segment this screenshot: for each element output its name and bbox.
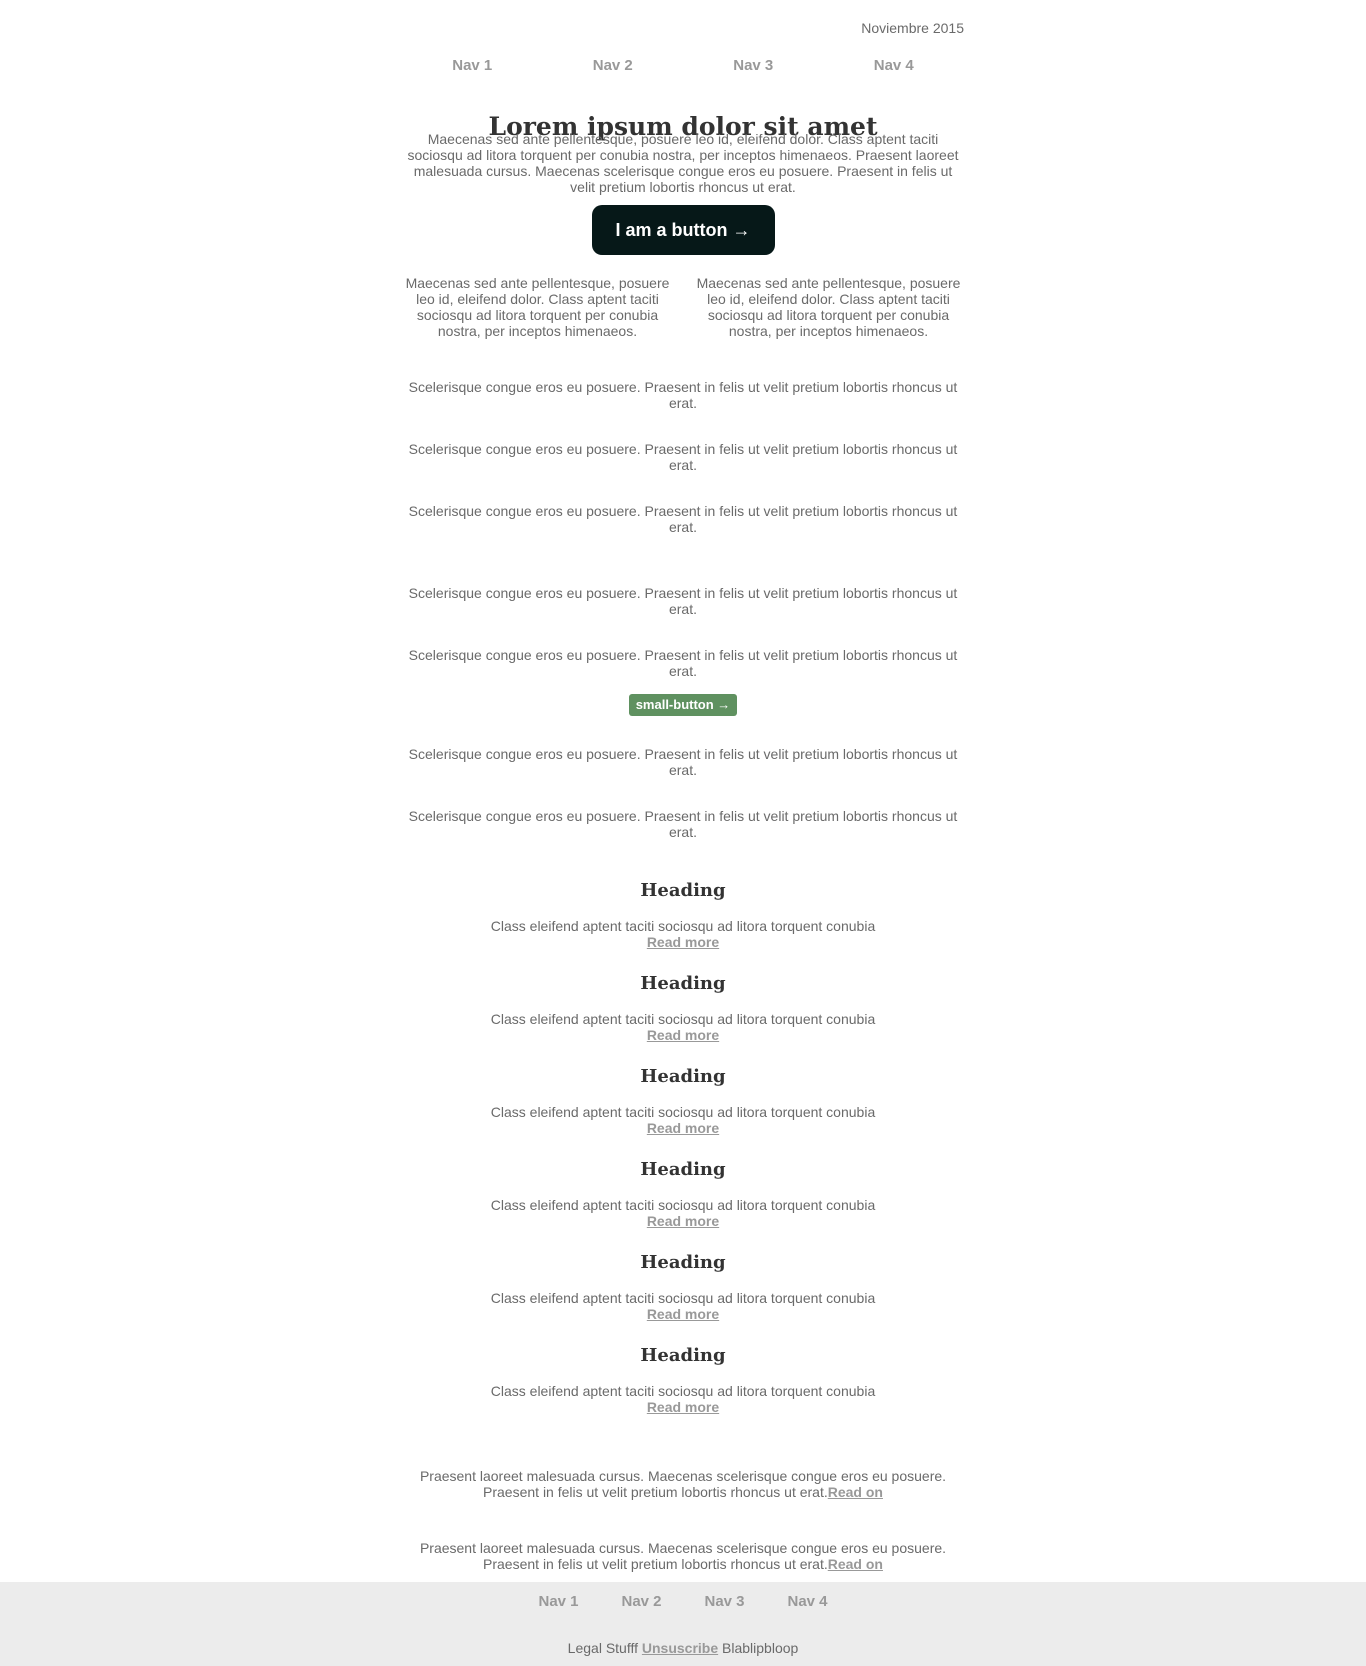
article-text: Class eleifend aptent taciti sociosqu ad… xyxy=(402,1290,964,1322)
article-text: Class eleifend aptent taciti sociosqu ad… xyxy=(402,918,964,950)
article-summary: Class eleifend aptent taciti sociosqu ad… xyxy=(490,1290,876,1306)
article-summary: Class eleifend aptent taciti sociosqu ad… xyxy=(490,1383,876,1399)
footer-nav-item-4[interactable]: Nav 4 xyxy=(786,1592,829,1612)
read-more-link[interactable]: Read more xyxy=(647,934,719,950)
paragraph-3: Scelerisque congue eros eu posuere. Prae… xyxy=(408,503,958,535)
read-on-link[interactable]: Read on xyxy=(828,1556,883,1572)
small-button-row: small-button → xyxy=(402,694,964,716)
article-heading: Heading xyxy=(640,1159,726,1180)
article-heading: Heading xyxy=(640,880,726,901)
email-container: Noviembre 2015 Nav 1 Nav 2 Nav 3 Nav 4 L… xyxy=(402,0,964,1582)
top-nav-item-3[interactable]: Nav 3 xyxy=(683,56,824,76)
hero-button-row: I am a button → xyxy=(402,205,964,255)
article-text: Class eleifend aptent taciti sociosqu ad… xyxy=(402,1197,964,1229)
read-more-link[interactable]: Read more xyxy=(647,1027,719,1043)
paragraph-2: Scelerisque congue eros eu posuere. Prae… xyxy=(408,441,958,473)
paragraph-4: Scelerisque congue eros eu posuere. Prae… xyxy=(408,585,958,617)
paragraph-6: Scelerisque congue eros eu posuere. Prae… xyxy=(408,746,958,778)
top-nav-item-1[interactable]: Nav 1 xyxy=(402,56,543,76)
article-6: Heading Class eleifend aptent taciti soc… xyxy=(402,1345,964,1415)
article-text: Class eleifend aptent taciti sociosqu ad… xyxy=(402,1104,964,1136)
top-nav-item-2[interactable]: Nav 2 xyxy=(543,56,684,76)
article-heading: Heading xyxy=(640,1066,726,1087)
paragraph-1: Scelerisque congue eros eu posuere. Prae… xyxy=(408,379,958,411)
article-2: Heading Class eleifend aptent taciti soc… xyxy=(402,973,964,1043)
article-3: Heading Class eleifend aptent taciti soc… xyxy=(402,1066,964,1136)
legal-text: Legal Stufff xyxy=(567,1640,638,1656)
column-text-right: Maecenas sed ante pellentesque, posuere … xyxy=(696,275,961,339)
article-5: Heading Class eleifend aptent taciti soc… xyxy=(402,1252,964,1322)
footer-nav: Nav 1 Nav 2 Nav 3 Nav 4 xyxy=(0,1582,1366,1612)
read-more-link[interactable]: Read more xyxy=(647,1213,719,1229)
article-heading: Heading xyxy=(640,1345,726,1366)
hero-cta-button[interactable]: I am a button → xyxy=(591,205,775,255)
article-text: Class eleifend aptent taciti sociosqu ad… xyxy=(402,1383,964,1415)
read-more-link[interactable]: Read more xyxy=(647,1399,719,1415)
read-more-link[interactable]: Read more xyxy=(647,1306,719,1322)
article-text: Class eleifend aptent taciti sociosqu ad… xyxy=(402,1011,964,1043)
footer: Nav 1 Nav 2 Nav 3 Nav 4 Legal Stufff Uns… xyxy=(0,1582,1366,1666)
article-4: Heading Class eleifend aptent taciti soc… xyxy=(402,1159,964,1229)
article-summary: Class eleifend aptent taciti sociosqu ad… xyxy=(490,1104,876,1120)
legal-line: Legal Stufff Unsuscribe Blablipbloop xyxy=(0,1640,1366,1656)
issue-date: Noviembre 2015 xyxy=(861,20,964,36)
paragraph-7: Scelerisque congue eros eu posuere. Prae… xyxy=(408,808,958,840)
hero-text: Maecenas sed ante pellentesque, posuere … xyxy=(407,131,959,195)
legal-suffix: Blablipbloop xyxy=(722,1640,799,1656)
top-nav: Nav 1 Nav 2 Nav 3 Nav 4 xyxy=(402,56,964,76)
footer-nav-item-1[interactable]: Nav 1 xyxy=(537,1592,580,1612)
unsubscribe-link[interactable]: Unsuscribe xyxy=(642,1640,718,1656)
small-cta-button[interactable]: small-button → xyxy=(628,694,738,716)
footer-nav-item-3[interactable]: Nav 3 xyxy=(703,1592,746,1612)
top-nav-item-4[interactable]: Nav 4 xyxy=(824,56,965,76)
two-column-section: Maecenas sed ante pellentesque, posuere … xyxy=(402,275,964,339)
paragraph-5: Scelerisque congue eros eu posuere. Prae… xyxy=(408,647,958,679)
article-heading: Heading xyxy=(640,973,726,994)
article-summary: Class eleifend aptent taciti sociosqu ad… xyxy=(490,918,876,934)
read-on-link[interactable]: Read on xyxy=(828,1484,883,1500)
article-summary: Class eleifend aptent taciti sociosqu ad… xyxy=(490,1197,876,1213)
read-more-link[interactable]: Read more xyxy=(647,1120,719,1136)
teaser-1: Praesent laoreet malesuada cursus. Maece… xyxy=(414,1468,952,1500)
article-heading: Heading xyxy=(640,1252,726,1273)
article-1: Heading Class eleifend aptent taciti soc… xyxy=(402,880,964,950)
teaser-2: Praesent laoreet malesuada cursus. Maece… xyxy=(414,1540,952,1572)
column-text-left: Maecenas sed ante pellentesque, posuere … xyxy=(405,275,670,339)
footer-nav-item-2[interactable]: Nav 2 xyxy=(620,1592,663,1612)
article-summary: Class eleifend aptent taciti sociosqu ad… xyxy=(490,1011,876,1027)
